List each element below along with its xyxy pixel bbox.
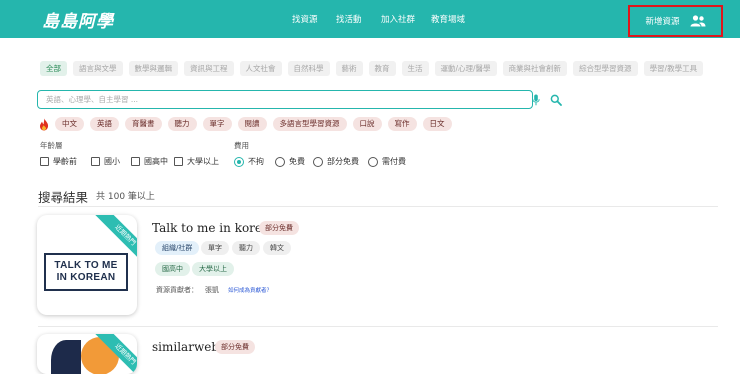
new-resource-button[interactable]: 新增資源 — [628, 5, 723, 37]
resource-title[interactable]: similarweb — [152, 340, 219, 354]
search-input[interactable] — [46, 93, 476, 106]
people-icon — [690, 15, 705, 27]
hot-tag[interactable]: 日文 — [422, 117, 452, 131]
hot-tag[interactable]: 育醫書 — [125, 117, 162, 131]
checkbox[interactable] — [91, 157, 100, 166]
resource-thumbnail[interactable]: 近期熱門 — [37, 334, 137, 374]
become-contributor-link[interactable]: 如何成為貢獻者？ — [228, 286, 272, 294]
search-icon[interactable] — [550, 94, 562, 106]
hot-tag[interactable]: 中文 — [55, 117, 84, 131]
option-label: 大學以上 — [187, 157, 219, 166]
category-chip[interactable]: 綜合型學習資源 — [573, 61, 638, 76]
fee-option-free[interactable]: 免費 — [275, 156, 305, 167]
hot-tag[interactable]: 口說 — [352, 117, 382, 131]
category-chip[interactable]: 語言與文學 — [73, 61, 123, 76]
category-chip[interactable]: 自然科學 — [287, 61, 330, 76]
divider — [38, 326, 718, 327]
resource-tag[interactable]: 單字 — [201, 241, 229, 255]
resource-tag[interactable]: 聽力 — [232, 241, 260, 255]
fee-option-partial[interactable]: 部分免費 — [313, 156, 359, 167]
category-chip[interactable]: 生活 — [401, 61, 429, 76]
radio[interactable] — [313, 156, 323, 167]
category-chip[interactable]: 學習/教學工具 — [643, 61, 704, 76]
hot-tag[interactable]: 單字 — [202, 117, 232, 131]
checkbox[interactable] — [131, 157, 140, 166]
microphone-icon[interactable] — [532, 94, 540, 106]
category-chip[interactable]: 人文社會 — [239, 61, 282, 76]
results-title: 搜尋結果 — [38, 190, 89, 205]
contributor-name[interactable]: 張凱 — [205, 285, 219, 295]
thumbnail-logo: TALK TO ME IN KOREAN — [44, 253, 128, 291]
checkbox[interactable] — [174, 157, 183, 166]
fee-badge: 部分免費 — [215, 340, 255, 354]
new-resource-label: 新增資源 — [645, 17, 680, 27]
level-tag[interactable]: 大學以上 — [192, 262, 234, 276]
radio[interactable] — [368, 156, 378, 167]
category-chip[interactable]: 教育 — [368, 61, 396, 76]
level-tag[interactable]: 國高中 — [155, 262, 190, 276]
results-count: 共 100 筆以上 — [96, 192, 155, 202]
fee-badge: 部分免費 — [259, 221, 299, 235]
nav-find-events[interactable]: 找活動 — [336, 13, 362, 25]
fee-option-any[interactable]: 不拘 — [234, 156, 264, 167]
category-chip[interactable]: 資訊與工程 — [184, 61, 234, 76]
hot-tag[interactable]: 英語 — [90, 117, 119, 131]
option-label: 國高中 — [144, 157, 168, 166]
age-option-elementary[interactable]: 國小 — [91, 156, 120, 167]
thumbnail-text-line: IN KOREAN — [56, 272, 116, 283]
thumbnail-text-line: TALK TO ME — [54, 260, 118, 271]
category-chip[interactable]: 藝術 — [335, 61, 363, 76]
radio-selected[interactable] — [234, 156, 244, 167]
thumbnail-shape-dark — [51, 340, 81, 374]
age-option-secondary[interactable]: 國高中 — [131, 156, 168, 167]
option-label: 不拘 — [248, 157, 264, 166]
age-option-preschool[interactable]: 學齡前 — [40, 156, 77, 167]
category-chip[interactable]: 商業與社會創新 — [502, 61, 568, 76]
hot-tag[interactable]: 閱讀 — [237, 117, 267, 131]
site-logo[interactable]: 島島阿學 — [42, 7, 114, 32]
option-label: 國小 — [104, 157, 120, 166]
resource-tag[interactable]: 組織/社群 — [155, 241, 200, 255]
divider — [38, 206, 718, 207]
top-nav-bar: 島島阿學 找資源 找活動 加入社群 教育場域 新增資源 — [0, 0, 740, 38]
age-filter-label: 年齡層 — [40, 141, 63, 150]
category-chip[interactable]: 數學與邏輯 — [128, 61, 178, 76]
option-label: 部分免費 — [327, 157, 359, 166]
search-box — [37, 90, 562, 109]
nav-join-community[interactable]: 加入社群 — [381, 13, 415, 25]
option-label: 需付費 — [382, 157, 406, 166]
fire-icon — [40, 118, 49, 130]
checkbox[interactable] — [40, 157, 49, 166]
resource-tag[interactable]: 韓文 — [263, 241, 291, 255]
option-label: 學齡前 — [53, 157, 77, 166]
nav-education-venues[interactable]: 教育場域 — [431, 13, 465, 25]
contributor-label: 資源貢獻者： — [156, 286, 198, 294]
hot-tag[interactable]: 寫作 — [387, 117, 417, 131]
option-label: 免費 — [289, 157, 305, 166]
hot-tag[interactable]: 聽力 — [167, 117, 197, 131]
category-all[interactable]: 全部 — [40, 61, 67, 76]
hot-tag[interactable]: 多語言型學習資源 — [272, 117, 347, 131]
fee-filter-label: 費用 — [234, 141, 249, 150]
nav-find-resources[interactable]: 找資源 — [292, 13, 318, 25]
hot-tags-row: 中文 英語 育醫書 聽力 單字 閱讀 多語言型學習資源 口說 寫作 日文 — [39, 117, 452, 131]
resource-thumbnail[interactable]: TALK TO ME IN KOREAN 近期熱門 — [37, 215, 137, 315]
radio[interactable] — [275, 156, 285, 167]
category-filter-bar: 全部 語言與文學 數學與邏輯 資訊與工程 人文社會 自然科學 藝術 教育 生活 … — [40, 61, 704, 76]
age-option-university[interactable]: 大學以上 — [174, 156, 219, 167]
fee-option-paid[interactable]: 需付費 — [368, 156, 406, 167]
category-chip[interactable]: 運動/心理/醫學 — [434, 61, 497, 76]
